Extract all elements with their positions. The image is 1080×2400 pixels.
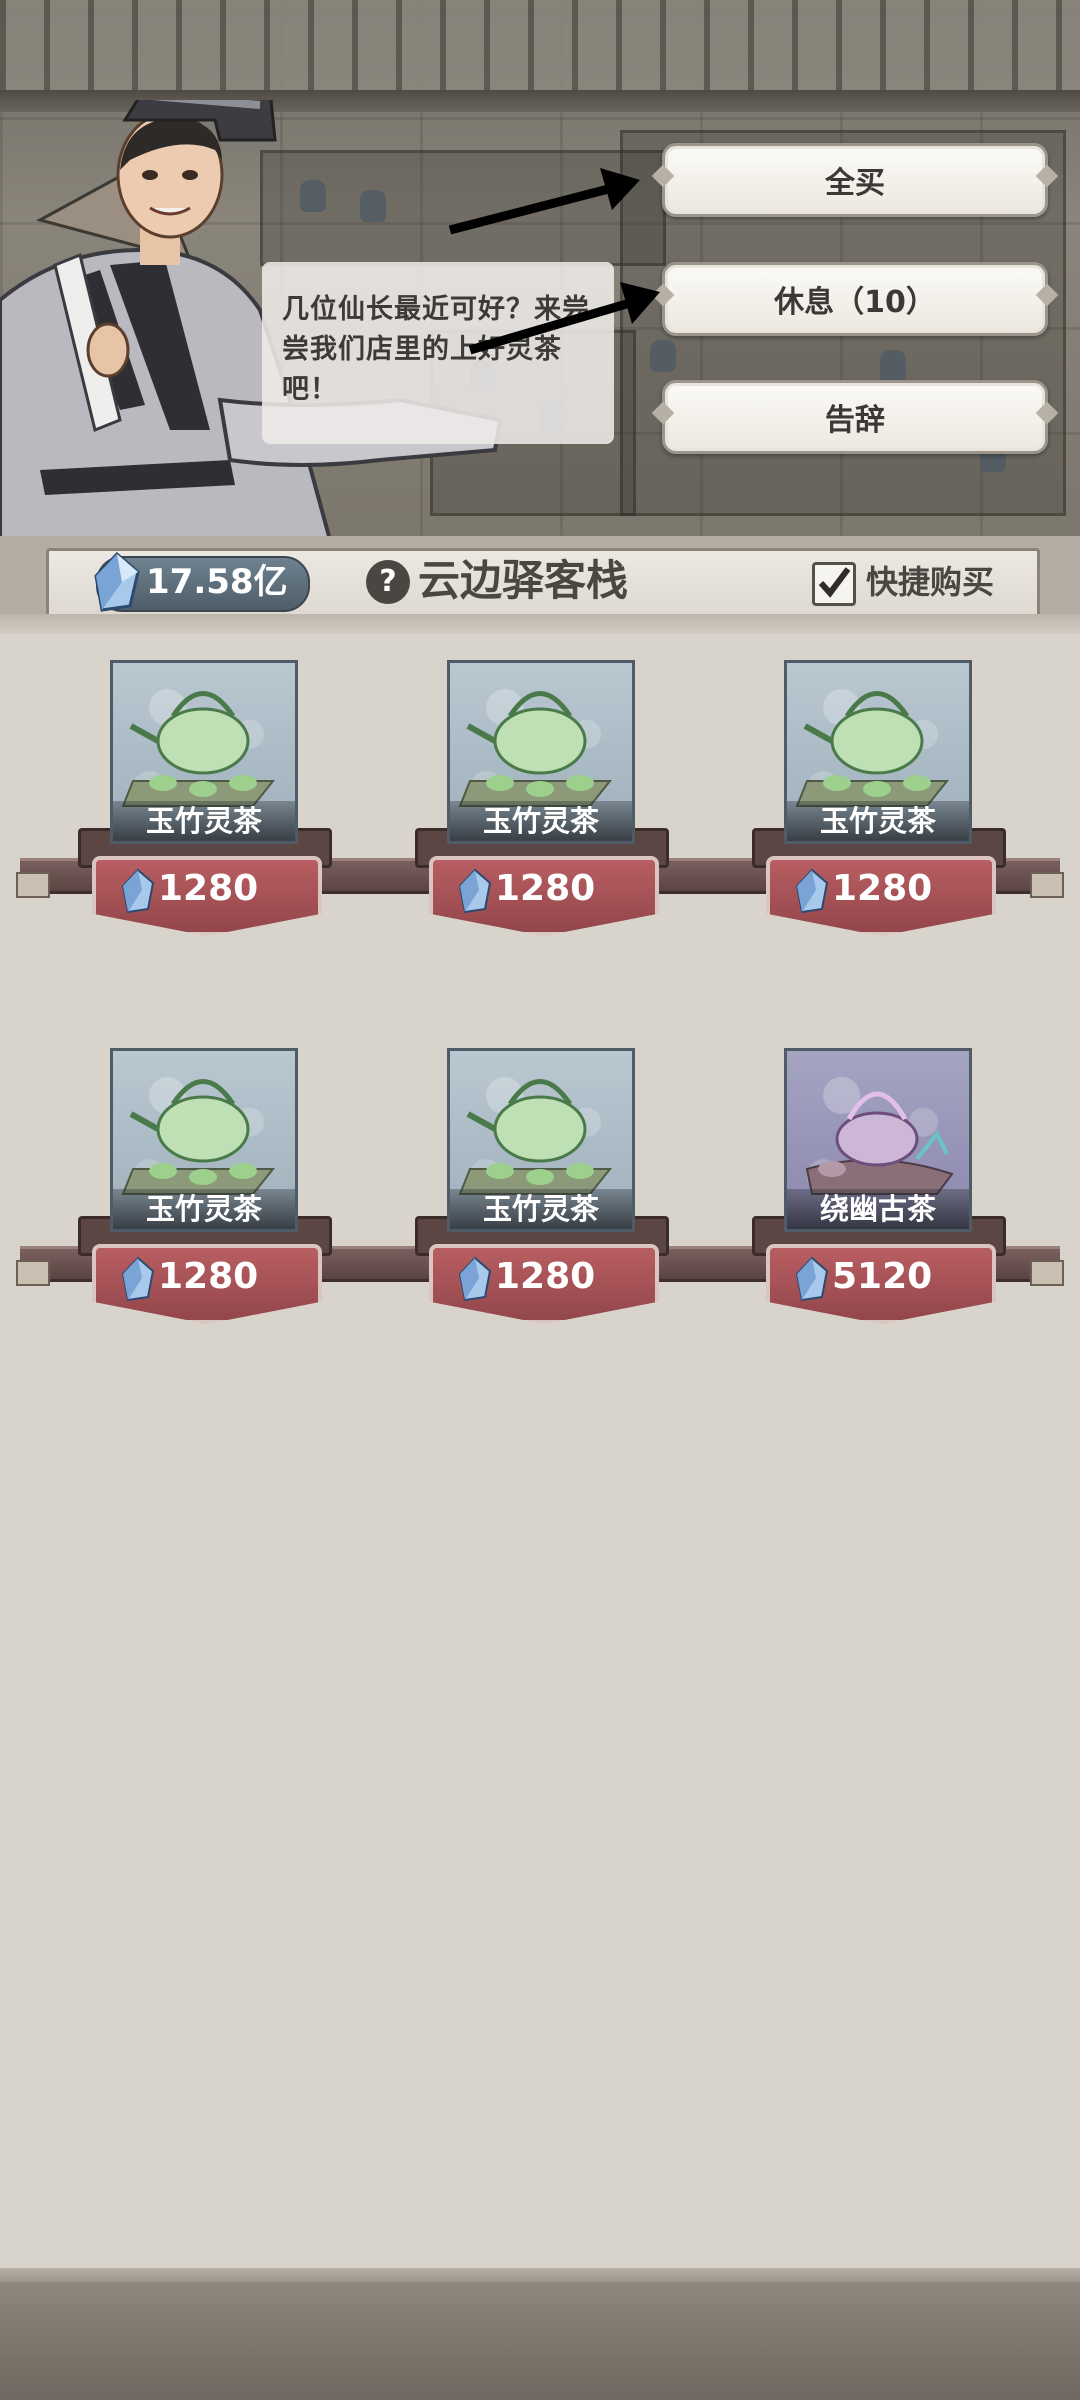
- spirit-stone-icon: [94, 552, 140, 612]
- buy-all-button[interactable]: 全买: [662, 143, 1048, 217]
- window-lattice: [0, 0, 1080, 90]
- item-name: 玉竹灵茶: [450, 1189, 632, 1229]
- teapot-icon: [121, 691, 276, 807]
- item-image-frame[interactable]: 玉竹灵茶: [447, 660, 635, 844]
- item-price: 1280: [158, 1256, 259, 1297]
- leave-label: 告辞: [825, 403, 885, 438]
- quick-buy-checkbox[interactable]: [812, 562, 856, 606]
- shelf-end: [1030, 1260, 1064, 1286]
- spirit-stone-icon: [458, 868, 492, 914]
- jar-decoration: [880, 350, 906, 382]
- spirit-stone-icon: [795, 1256, 829, 1302]
- item-price: 1280: [495, 1256, 596, 1297]
- arrow-icon: [448, 168, 640, 235]
- header-divider: [0, 614, 1080, 634]
- item-image-frame[interactable]: 玉竹灵茶: [110, 1048, 298, 1232]
- bottom-rail: [0, 2268, 1080, 2282]
- shelf-end: [1030, 872, 1064, 898]
- rest-button[interactable]: 休息（10）: [662, 262, 1048, 336]
- spirit-stone-icon: [458, 1256, 492, 1302]
- shop-item-card[interactable]: 绕幽古茶 5120: [752, 1048, 1010, 1348]
- item-image-frame[interactable]: 绕幽古茶: [784, 1048, 972, 1232]
- check-icon: [818, 567, 851, 598]
- shop-item-card[interactable]: 玉竹灵茶 1280: [752, 660, 1010, 960]
- rest-label: 休息（10）: [774, 285, 936, 320]
- item-name: 玉竹灵茶: [113, 1189, 295, 1229]
- item-name: 玉竹灵茶: [113, 801, 295, 841]
- teapot-icon: [458, 691, 613, 807]
- item-name: 玉竹灵茶: [787, 801, 969, 841]
- shop-item-card[interactable]: 玉竹灵茶 1280: [415, 660, 673, 960]
- teapot-icon: [458, 1079, 613, 1195]
- item-image-frame[interactable]: 玉竹灵茶: [447, 1048, 635, 1232]
- teapot-icon: [805, 1091, 954, 1195]
- item-price: 1280: [495, 868, 596, 909]
- shop-item-card[interactable]: 玉竹灵茶 1280: [415, 1048, 673, 1348]
- item-price: 1280: [158, 868, 259, 909]
- help-icon[interactable]: ?: [366, 560, 410, 604]
- shop-item-card[interactable]: 玉竹灵茶 1280: [78, 660, 336, 960]
- spirit-stone-icon: [121, 868, 155, 914]
- item-name: 绕幽古茶: [787, 1189, 969, 1229]
- item-name: 玉竹灵茶: [450, 801, 632, 841]
- spirit-stone-icon: [121, 1256, 155, 1302]
- quick-buy-label[interactable]: 快捷购买: [866, 558, 994, 606]
- buy-all-label: 全买: [825, 166, 885, 201]
- item-image-frame[interactable]: 玉竹灵茶: [110, 660, 298, 844]
- spirit-stone-icon: [795, 868, 829, 914]
- teapot-icon: [795, 691, 950, 807]
- arrow-icon: [468, 282, 660, 355]
- shelf-end: [16, 872, 50, 898]
- item-price: 5120: [832, 1256, 933, 1297]
- shelf-end: [16, 1260, 50, 1286]
- item-price: 1280: [832, 868, 933, 909]
- bottom-panel: [0, 2282, 1080, 2400]
- currency-amount: 17.58亿: [146, 562, 288, 602]
- shop-item-card[interactable]: 玉竹灵茶 1280: [78, 1048, 336, 1348]
- leave-button[interactable]: 告辞: [662, 380, 1048, 454]
- item-image-frame[interactable]: 玉竹灵茶: [784, 660, 972, 844]
- teapot-icon: [121, 1079, 276, 1195]
- shop-title: 云边驿客栈: [418, 556, 629, 605]
